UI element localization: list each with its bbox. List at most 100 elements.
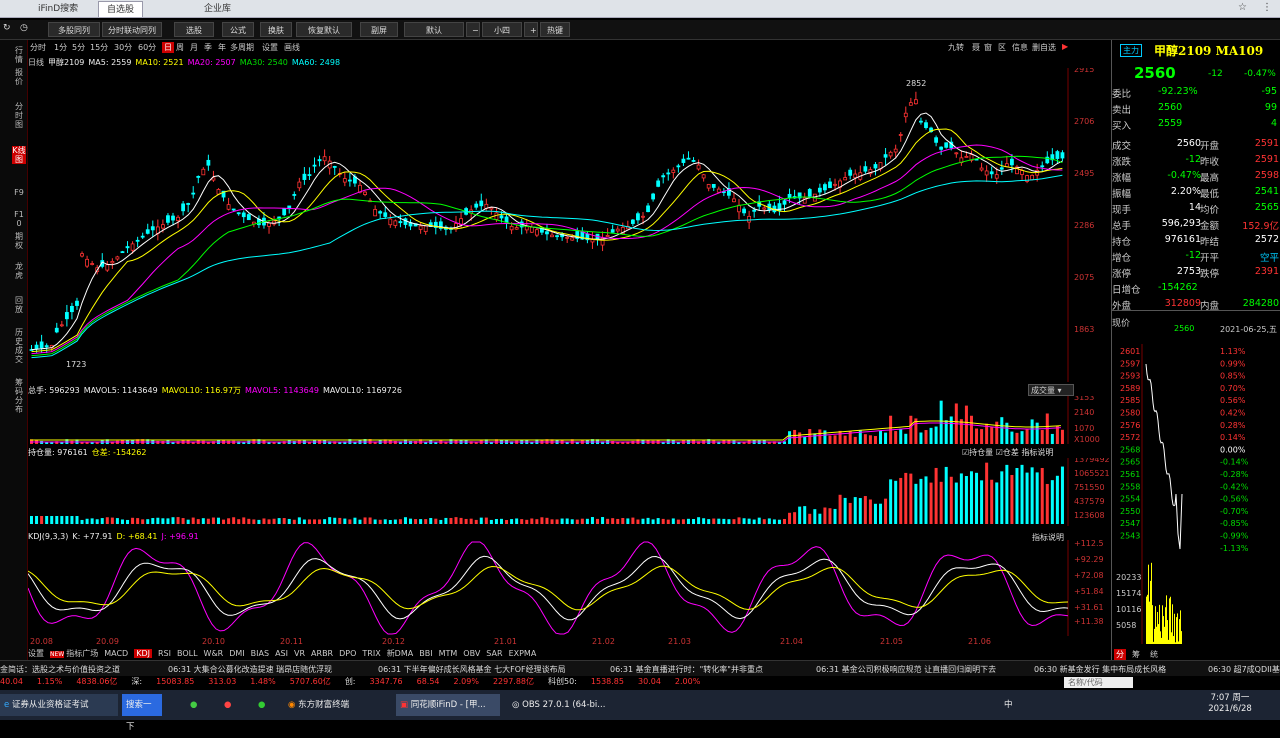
period-60m[interactable]: 60分 xyxy=(138,42,156,53)
news-item[interactable]: 06:31 基金直播进行时："转化率"并非重点 xyxy=(610,664,763,675)
tool-info[interactable]: 信息 xyxy=(1012,42,1028,53)
indicator-tab-wr[interactable]: W&R xyxy=(204,649,224,658)
font-size-dropdown[interactable]: 小四 xyxy=(482,22,522,37)
tool-region[interactable]: 区 xyxy=(998,42,1006,53)
diff-checkbox[interactable]: ☑仓差 xyxy=(996,448,1019,457)
news-item[interactable]: 06:31 下半年偏好成长风格基金 七大FOF经理谈布局 xyxy=(378,664,566,675)
period-15m[interactable]: 15分 xyxy=(90,42,108,53)
indicator-tab-[interactable]: 指标广场 xyxy=(66,649,98,658)
oi-help-button[interactable]: 指标说明 xyxy=(1021,448,1053,457)
period-tick[interactable]: 分时 xyxy=(30,42,46,53)
period-30m[interactable]: 30分 xyxy=(114,42,132,53)
nav-quote[interactable]: 报价 xyxy=(12,68,26,86)
volume-dropdown[interactable]: 成交量 ▾ xyxy=(1028,384,1074,396)
period-week[interactable]: 周 xyxy=(176,42,184,53)
restore-default-dropdown[interactable]: 恢复默认 xyxy=(296,22,352,37)
ime-indicator[interactable]: 中 xyxy=(1000,694,1017,716)
tool-remove-watch[interactable]: 删自选 xyxy=(1032,42,1056,53)
indicator-tab-rsi[interactable]: RSI xyxy=(158,649,171,658)
collapse-icon[interactable]: ▶ xyxy=(1062,42,1068,51)
nav-replay[interactable]: 回放 xyxy=(12,296,26,314)
task-ifind[interactable]: ▣ 同花顺iFinD - [甲... xyxy=(396,694,500,716)
indicator-tab-[interactable]: 设置 xyxy=(28,649,44,658)
clock[interactable]: 7:07 周一 2021/6/28 xyxy=(1200,693,1260,715)
indicator-tab-bias[interactable]: BIAS xyxy=(251,649,269,658)
oi-checkbox[interactable]: ☑持仓量 xyxy=(962,448,993,457)
tab-watchlist[interactable]: 自选股 xyxy=(98,1,144,17)
news-item[interactable]: 06:30 新基金发行 集中布局成长风格 xyxy=(1034,664,1166,675)
task-obs[interactable]: ◎ OBS 27.0.1 (64-bi... xyxy=(508,694,612,716)
refresh-icon[interactable]: ↻ xyxy=(3,23,11,33)
period-settings[interactable]: 设置 xyxy=(262,42,278,53)
skin-button[interactable]: 换肤 xyxy=(260,22,292,37)
news-item[interactable]: 06:30 超7成QDII基 xyxy=(1208,664,1280,675)
multi-stock-button[interactable]: 多股同列 xyxy=(48,22,100,37)
nav-dragon[interactable]: 龙虎 xyxy=(12,262,26,280)
indicator-tab-macd[interactable]: MACD xyxy=(104,649,128,658)
tab-ifind-search[interactable]: iFinD搜索 xyxy=(30,1,86,17)
nav-option[interactable]: 期权 xyxy=(12,232,26,250)
tab-company-db[interactable]: 企业库 xyxy=(196,1,239,17)
nav-f10[interactable]: F10 xyxy=(12,210,26,228)
menu-icon[interactable]: ⋮ xyxy=(1262,2,1272,13)
period-day[interactable]: 日 xyxy=(162,42,174,53)
news-item[interactable]: 金简话：选股之术与价值投资之道 xyxy=(0,664,120,675)
period-draw[interactable]: 画线 xyxy=(284,42,300,53)
news-item[interactable]: 06:31 大集合公募化改造提速 瑞昂店随优浮现 xyxy=(168,664,332,675)
period-year[interactable]: 年 xyxy=(218,42,226,53)
wechat-icon[interactable]: ● xyxy=(254,694,269,716)
tab-tong[interactable]: 统 xyxy=(1150,649,1158,660)
code-search-input[interactable]: 名称/代码 xyxy=(1064,677,1133,688)
nav-timeshare[interactable]: 分时图 xyxy=(12,102,26,129)
kdj-chart[interactable]: +112.5 +92.29 +72.08 +51.84 +31.61 +11.3… xyxy=(28,540,1110,636)
indicator-tab-trix[interactable]: TRIX xyxy=(362,649,380,658)
open-interest-chart[interactable]: 1379492 1065521 751550 437579 123608 xyxy=(28,458,1110,526)
linked-view-button[interactable]: 分时联动同列 xyxy=(102,22,162,37)
chrome-icon[interactable]: ● xyxy=(186,694,201,716)
tab-chou[interactable]: 筹 xyxy=(1132,649,1140,660)
nav-chips[interactable]: 筹码分布 xyxy=(12,378,26,414)
tool-nie[interactable]: 聂 xyxy=(972,42,980,53)
indicator-tab-bbi[interactable]: BBI xyxy=(419,649,432,658)
tab-fen[interactable]: 分 xyxy=(1114,649,1126,660)
indicator-tab-mtm[interactable]: MTM xyxy=(439,649,458,658)
indicator-tab-dma[interactable]: 新DMA xyxy=(387,649,414,658)
layout-default-dropdown[interactable]: 默认 xyxy=(404,22,464,37)
nav-kline[interactable]: K线图 xyxy=(12,146,26,164)
nav-market[interactable]: 行情 xyxy=(12,46,26,64)
tool-window[interactable]: 窗 xyxy=(984,42,992,53)
indicator-tab-dpo[interactable]: DPO xyxy=(339,649,356,658)
indicator-tab-kdj[interactable]: KDJ xyxy=(134,649,152,658)
tool-jiuzhuan[interactable]: 九转 xyxy=(948,42,964,53)
indicator-tab-dmi[interactable]: DMI xyxy=(229,649,244,658)
news-item[interactable]: 06:31 基金公司积极响应规范 让直播回归阐明下去 xyxy=(816,664,996,675)
clock-icon[interactable]: ◷ xyxy=(20,23,28,33)
indicator-tab-boll[interactable]: BOLL xyxy=(177,649,198,658)
font-increase-button[interactable]: + xyxy=(524,22,538,37)
indicator-tab-sar[interactable]: SAR xyxy=(486,649,502,658)
indicator-tab-new[interactable]: NEW xyxy=(50,651,65,658)
period-1m[interactable]: 1分 xyxy=(54,42,67,53)
nav-history[interactable]: 历史成交 xyxy=(12,328,26,364)
period-5m[interactable]: 5分 xyxy=(72,42,85,53)
indicator-tab-arbr[interactable]: ARBR xyxy=(311,649,333,658)
chrome-icon[interactable]: ● xyxy=(220,694,235,716)
kline-chart[interactable]: 2915 2706 2495 2286 2075 1863 2852 1723 xyxy=(28,68,1110,382)
period-multi[interactable]: 多周期 xyxy=(230,42,254,53)
indicator-tab-asi[interactable]: ASI xyxy=(275,649,288,658)
indicator-tab-vr[interactable]: VR xyxy=(294,649,305,658)
task-eastmoney[interactable]: ◉ 东方财富终端 xyxy=(284,694,388,716)
indicator-tab-expma[interactable]: EXPMA xyxy=(509,649,537,658)
stock-select-dropdown[interactable]: 选股 xyxy=(174,22,214,37)
indicator-tab-obv[interactable]: OBV xyxy=(463,649,480,658)
formula-button[interactable]: 公式 xyxy=(222,22,254,37)
star-icon[interactable]: ☆ xyxy=(1238,2,1247,13)
font-decrease-button[interactable]: − xyxy=(466,22,480,37)
hotkey-button[interactable]: 热键 xyxy=(540,22,570,37)
intraday-chart[interactable]: 2601 2597 2593 2589 2585 2580 2576 2572 2568 2565… xyxy=(1112,344,1280,648)
task-exam-site[interactable]: e 证券从业资格证考试 xyxy=(0,694,118,716)
period-month[interactable]: 月 xyxy=(190,42,198,53)
period-season[interactable]: 季 xyxy=(204,42,212,53)
volume-chart[interactable]: 3153 2140 1070 X1000 xyxy=(28,396,1110,444)
search-button[interactable]: 搜索一下 xyxy=(122,694,162,732)
